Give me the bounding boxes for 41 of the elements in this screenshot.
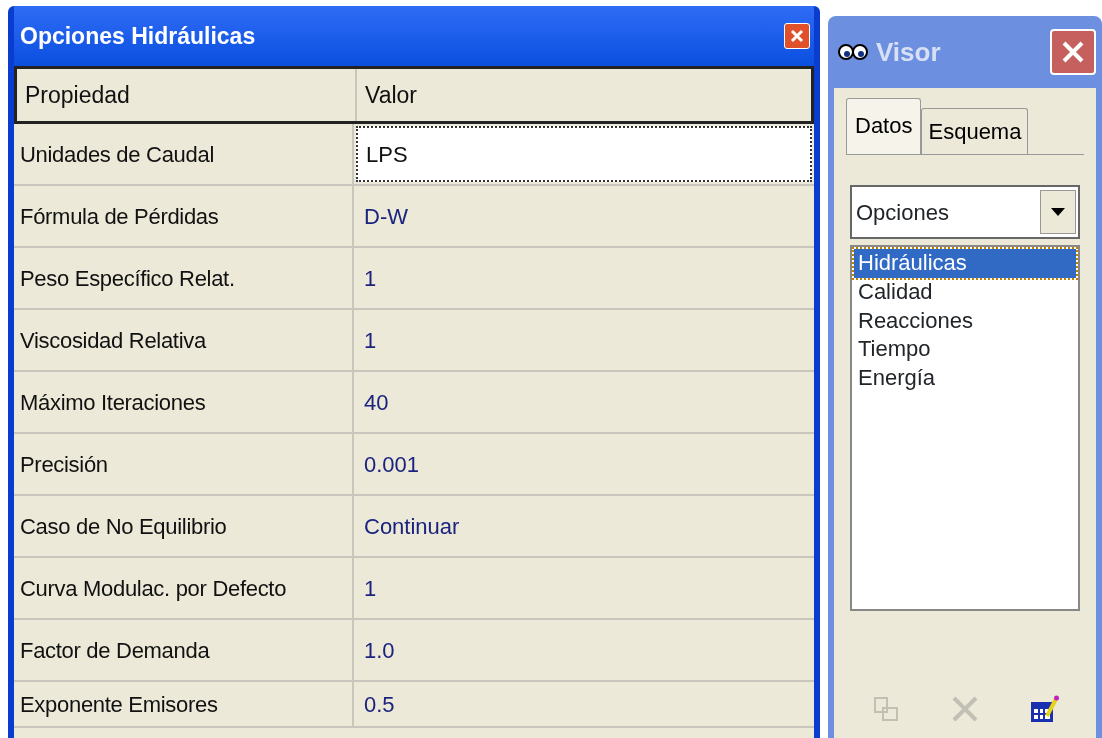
list-item[interactable]: Reacciones <box>854 306 1076 336</box>
property-cell: Unidades de Caudal <box>14 124 354 184</box>
value-cell[interactable]: D-W <box>356 188 812 244</box>
close-button[interactable] <box>784 23 810 49</box>
property-cell: Factor de Demanda <box>14 620 354 680</box>
close-icon <box>789 28 805 44</box>
window-title: Visor <box>876 35 941 69</box>
property-cell: Fórmula de Pérdidas <box>14 186 354 246</box>
value-cell[interactable]: 40 <box>356 374 812 430</box>
value-cell[interactable]: LPS <box>356 126 812 182</box>
property-cell: Curva Modulac. por Defecto <box>14 558 354 618</box>
value-cell[interactable]: 1 <box>356 312 812 368</box>
column-header: Valor <box>364 80 418 110</box>
value-cell[interactable]: 1 <box>356 250 812 306</box>
caret-icon <box>1051 208 1065 216</box>
property-cell: Viscosidad Relativa <box>14 310 354 370</box>
category-dropdown[interactable]: Opciones <box>850 185 1080 239</box>
property-cell: Caso de No Equilibrio <box>14 496 354 556</box>
table-edit-icon <box>1029 694 1060 724</box>
delete-icon <box>950 694 980 724</box>
list-item[interactable]: Energía <box>854 364 1076 393</box>
value-cell[interactable]: 0.001 <box>356 436 812 492</box>
close-button[interactable] <box>1050 29 1096 75</box>
list-item[interactable]: Calidad <box>854 277 1076 307</box>
tab[interactable]: Esquema <box>921 108 1029 154</box>
close-icon <box>1060 39 1086 65</box>
value-cell[interactable]: 0.5 <box>356 684 812 724</box>
property-cell: Exponente Emisores <box>14 682 354 726</box>
list-item[interactable]: Tiempo <box>854 335 1076 365</box>
property-cell: Precisión <box>14 434 354 494</box>
property-cell: Peso Específico Relat. <box>14 248 354 308</box>
eyes-icon <box>838 42 868 62</box>
property-cell: Máximo Iteraciones <box>14 372 354 432</box>
window-title: Opciones Hidráulicas <box>20 21 256 51</box>
tab[interactable]: Datos <box>846 98 922 154</box>
column-header: Propiedad <box>17 69 357 121</box>
value-cell[interactable]: Continuar <box>356 498 812 554</box>
toolbar-button[interactable] <box>1029 694 1060 724</box>
value-cell[interactable]: 1 <box>356 560 812 616</box>
value-cell[interactable]: 1.0 <box>356 622 812 678</box>
list-item[interactable]: Hidráulicas <box>854 249 1076 278</box>
